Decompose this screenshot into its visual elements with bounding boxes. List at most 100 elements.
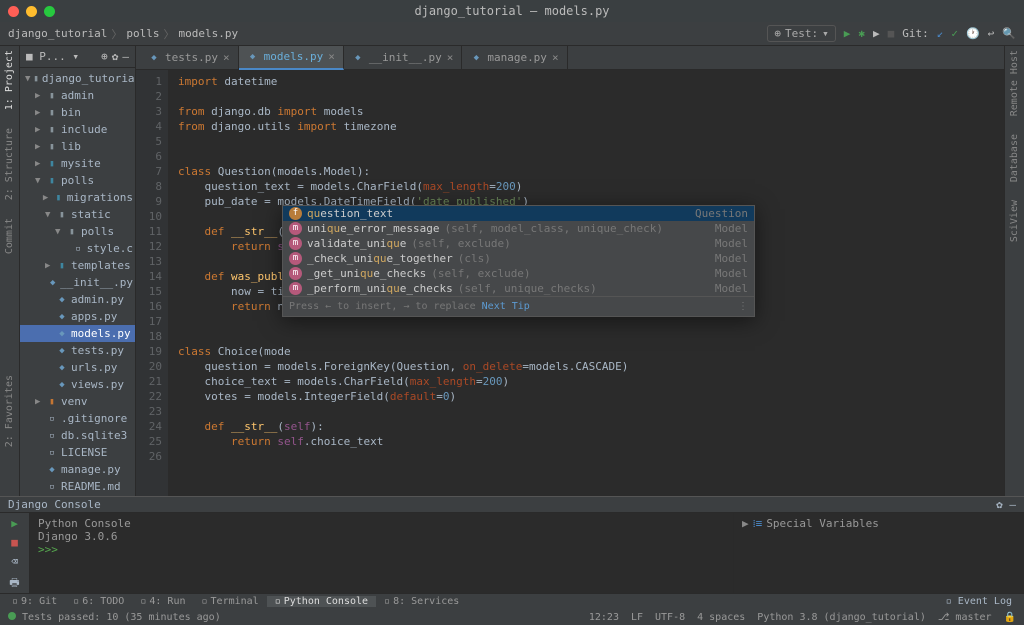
tree-item[interactable]: ▫LICENSE [20,444,135,461]
tree-item[interactable]: ▶▮admin [20,87,135,104]
tree-item[interactable]: ▶▮mysite [20,155,135,172]
search-icon[interactable]: 🔍 [1002,27,1016,40]
tree-item[interactable]: ◆admin.py [20,291,135,308]
console-main[interactable]: Python Console Django 3.0.6 >>> [30,513,734,593]
tool-structure-tab[interactable]: 2: Structure [4,128,15,200]
next-tip-link[interactable]: Next Tip [482,301,530,312]
status-branch[interactable]: ⎇ master [938,612,992,623]
autocomplete-popup[interactable]: fquestion_textQuestionmunique_error_mess… [282,205,755,317]
minimize-window[interactable] [26,6,37,17]
tool-window-tab[interactable]: ▫Python Console [267,596,376,607]
tree-label: LICENSE [61,446,107,459]
bottom-panel-controls[interactable]: ✿ — [996,498,1016,511]
stop-icon[interactable]: ■ [888,27,895,40]
status-indent[interactable]: 4 spaces [697,612,745,623]
tree-item[interactable]: ▫README.md [20,478,135,495]
tree-item[interactable]: ◆manage.py [20,461,135,478]
chevron-right-icon[interactable]: ▶ [742,517,749,530]
run-icon[interactable]: ▶ [844,27,851,40]
project-tree[interactable]: ▼▮django_tutorial▶▮admin▶▮bin▶▮include▶▮… [20,68,135,548]
editor-tab[interactable]: ◆__init__.py× [344,46,462,70]
event-log-tab[interactable]: ▫ Event Log [946,596,1012,607]
tree-item[interactable]: ◆urls.py [20,359,135,376]
tool-window-tab[interactable]: ▫6: TODO [65,596,132,607]
status-line-sep[interactable]: LF [631,612,643,623]
tree-item[interactable]: ▶▮migrations [20,189,135,206]
tool-commit-tab[interactable]: Commit [4,218,15,254]
status-encoding[interactable]: UTF-8 [655,612,685,623]
breadcrumb-item[interactable]: polls [126,27,159,40]
vcs-commit-icon[interactable]: ✓ [951,27,958,40]
console-print-icon[interactable]: 🖶 [9,574,19,593]
tool-sciview-tab[interactable]: SciView [1009,200,1020,242]
tree-item[interactable]: ▶▮bin [20,104,135,121]
tree-item[interactable]: ▶▮include [20,121,135,138]
project-dropdown[interactable]: ■ P... ▾ [26,50,79,63]
close-icon[interactable]: × [447,51,454,64]
tree-item[interactable]: ▫.gitignore [20,410,135,427]
autocomplete-item[interactable]: munique_error_message(self, model_class,… [283,221,754,236]
tree-item[interactable]: ▼▮polls [20,172,135,189]
coverage-icon[interactable]: ▶ [873,27,880,40]
tree-item[interactable]: ◆models.py [20,325,135,342]
breadcrumb[interactable]: django_tutorial 〉 polls 〉 models.py [8,26,238,42]
tree-item[interactable]: ▼▮django_tutorial [20,70,135,87]
vcs-update-icon[interactable]: ↙ [937,27,944,40]
autocomplete-item[interactable]: m_perform_unique_checks(self, unique_che… [283,281,754,296]
tree-item[interactable]: ◆tests.py [20,342,135,359]
autocomplete-item[interactable]: mvalidate_unique(self, exclude)Model [283,236,754,251]
debug-icon[interactable]: ✱ [858,27,865,40]
console-run-icon[interactable]: ▶ [11,517,18,530]
line-gutter[interactable]: 1234567891011121314151617181920212223242… [136,70,168,569]
editor-tab[interactable]: ◆tests.py× [140,46,239,70]
console-clear-icon[interactable]: ⌫ [11,555,18,568]
run-config-selector[interactable]: ⊕ Test: ▾ [767,25,835,42]
tool-remote-host-tab[interactable]: Remote Host [1009,50,1020,116]
tree-item[interactable]: ◆apps.py [20,308,135,325]
vcs-history-icon[interactable]: 🕐 [966,27,980,40]
close-window[interactable] [8,6,19,17]
close-icon[interactable]: × [552,51,559,64]
status-interpreter[interactable]: Python 3.8 (django_tutorial) [757,612,926,623]
breadcrumb-item[interactable]: models.py [178,27,238,40]
tree-item[interactable]: ◆__init__.py [20,274,135,291]
close-icon[interactable]: × [223,51,230,64]
tree-item[interactable]: ▫style.c [20,240,135,257]
console-stop-icon[interactable]: ■ [11,536,18,549]
editor-tab[interactable]: ◆manage.py× [462,46,567,70]
code-area[interactable]: import datetime from django.db import mo… [168,70,1004,569]
more-icon[interactable]: ⋮ [738,299,748,314]
tool-favorites-tab[interactable]: 2: Favorites [4,375,15,447]
autocomplete-item[interactable]: m_get_unique_checks(self, exclude)Model [283,266,754,281]
console-variables[interactable]: ▶ ⁞≡ Special Variables [734,513,1024,593]
sidebar-header[interactable]: ■ P... ▾ ⊕ ✿ — [20,46,135,68]
status-tests[interactable]: Tests passed: 10 (35 minutes ago) [8,612,221,623]
tool-project-tab[interactable]: 1: Project [4,50,15,110]
sidebar-settings-icon[interactable]: ✿ [112,50,119,63]
tool-window-tab[interactable]: ▫8: Services [376,596,467,607]
tool-window-tab[interactable]: ▫9: Git [4,596,65,607]
autocomplete-item[interactable]: m_check_unique_together(cls)Model [283,251,754,266]
tool-window-tab[interactable]: ▫Terminal [194,596,267,607]
completion-badge-icon: m [289,282,302,295]
tree-item[interactable]: ▼▮polls [20,223,135,240]
maximize-window[interactable] [44,6,55,17]
sidebar-collapse-icon[interactable]: ⊕ [101,50,108,63]
tree-item[interactable]: ▶▮lib [20,138,135,155]
folder-src-icon: ▮ [56,260,68,272]
autocomplete-item[interactable]: fquestion_textQuestion [283,206,754,221]
vcs-rollback-icon[interactable]: ↩ [988,27,995,40]
tool-database-tab[interactable]: Database [1009,134,1020,182]
tree-item[interactable]: ▶▮templates [20,257,135,274]
tool-window-tab[interactable]: ▫4: Run [132,596,193,607]
sidebar-hide-icon[interactable]: — [122,50,129,63]
tree-item[interactable]: ◆views.py [20,376,135,393]
breadcrumb-item[interactable]: django_tutorial [8,27,107,40]
tree-item[interactable]: ▶▮venv [20,393,135,410]
status-caret-pos[interactable]: 12:23 [589,612,619,623]
tree-item[interactable]: ▼▮static [20,206,135,223]
tree-item[interactable]: ▫db.sqlite3 [20,427,135,444]
close-icon[interactable]: × [328,50,335,63]
status-lock-icon[interactable]: 🔒 [1004,612,1016,623]
editor-tab[interactable]: ◆models.py× [239,46,344,70]
